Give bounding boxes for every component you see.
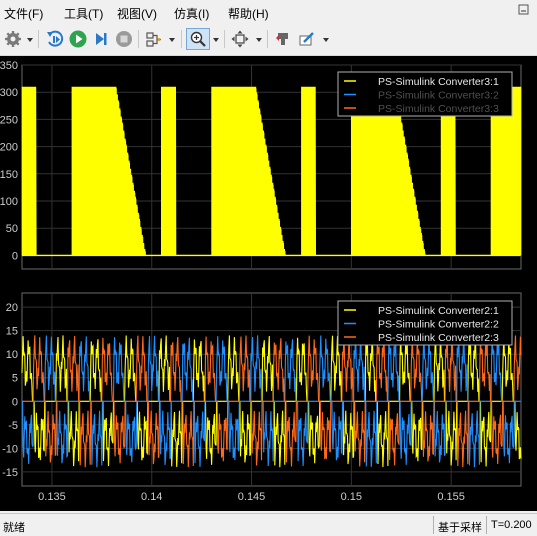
toolbar-separator [267, 30, 268, 48]
menu-view[interactable]: 视图(V) [117, 5, 157, 22]
y-tick-label: 0 [12, 396, 18, 408]
zoom-dropdown-icon[interactable] [213, 38, 219, 42]
step-back-icon [47, 30, 64, 47]
y-tick-label: -10 [2, 443, 18, 455]
style-button[interactable] [296, 28, 318, 50]
highlight-button[interactable] [272, 28, 294, 50]
scope-plot-area: 0 50 100 150 200 250 300 350 -15 -10 -5 0 5 10 15 20 0.1… [0, 56, 537, 511]
style-icon [299, 32, 314, 46]
signal-select-button[interactable] [143, 28, 165, 50]
highlight-icon [276, 33, 288, 45]
y-tick-label: -5 [8, 420, 18, 432]
x-tick-label: 0.145 [238, 491, 266, 503]
toolbar-separator [38, 30, 39, 48]
legend-entry: PS-Simulink Converter3:1 [378, 76, 499, 88]
step-forward-button[interactable] [90, 28, 112, 50]
x-tick-label: 0.15 [341, 491, 362, 503]
toolbar-separator [224, 30, 225, 48]
step-forward-icon [96, 33, 107, 45]
gear-icon [5, 31, 21, 47]
menu-simulation[interactable]: 仿真(I) [174, 5, 209, 22]
stop-button[interactable] [113, 28, 135, 50]
menu-bar: 文件(F) 工具(T) 视图(V) 仿真(I) 帮助(H) [0, 0, 537, 24]
toolbar-separator [138, 30, 139, 48]
style-dropdown-icon[interactable] [323, 38, 329, 42]
legend-entry: PS-Simulink Converter2:1 [378, 305, 499, 317]
status-separator [433, 516, 434, 534]
scope-plots-svg[interactable]: 0 50 100 150 200 250 300 350 -15 -10 -5 0 5 10 15 20 0.1… [0, 56, 537, 511]
status-ready-text: 就绪 [3, 522, 25, 534]
signal-dropdown-icon[interactable] [169, 38, 175, 42]
y-tick-label: 5 [12, 373, 18, 385]
legend-entry: PS-Simulink Converter2:3 [378, 332, 499, 344]
legend-entry: PS-Simulink Converter3:2 [378, 90, 499, 102]
fit-to-view-icon [231, 30, 249, 48]
x-tick-label: 0.135 [38, 491, 66, 503]
y-tick-label: 300 [0, 87, 18, 99]
zoom-button[interactable] [186, 28, 210, 50]
settings-dropdown-icon[interactable] [27, 38, 33, 42]
y-tick-label: 20 [6, 302, 18, 314]
y-tick-label: 350 [0, 60, 18, 72]
status-bar: 就绪 基于采样 T=0.200 [0, 513, 537, 536]
x-tick-label: 0.14 [141, 491, 162, 503]
y-tick-label: 150 [0, 169, 18, 181]
toolbar [0, 25, 537, 56]
legend-entry: PS-Simulink Converter2:2 [378, 319, 499, 331]
sampling-mode-text: 基于采样 [438, 522, 482, 534]
run-button[interactable] [67, 28, 89, 50]
x-tick-label: 0.155 [437, 491, 465, 503]
menu-tools[interactable]: 工具(T) [64, 5, 103, 22]
toolbar-separator [181, 30, 182, 48]
y-tick-label: 50 [6, 223, 18, 235]
settings-button[interactable] [3, 28, 23, 50]
minimize-icon[interactable] [518, 4, 529, 15]
y-tick-label: 0 [12, 250, 18, 262]
fit-to-view-button[interactable] [229, 28, 251, 50]
step-back-button[interactable] [44, 28, 66, 50]
stop-icon [116, 31, 132, 47]
signal-select-icon [146, 32, 161, 47]
zoom-icon [190, 31, 206, 47]
menu-file[interactable]: 文件(F) [4, 5, 43, 22]
sim-time-text: T=0.200 [491, 519, 532, 531]
y-tick-label: 200 [0, 142, 18, 154]
y-tick-label: 250 [0, 114, 18, 126]
fit-dropdown-icon[interactable] [256, 38, 262, 42]
y-tick-label: 10 [6, 349, 18, 361]
menu-help[interactable]: 帮助(H) [228, 5, 269, 22]
y-tick-label: -15 [2, 467, 18, 479]
legend-entry: PS-Simulink Converter3:3 [378, 103, 499, 115]
run-icon [69, 30, 87, 48]
y-tick-label: 100 [0, 196, 18, 208]
status-separator [486, 516, 487, 534]
y-tick-label: 15 [6, 326, 18, 338]
